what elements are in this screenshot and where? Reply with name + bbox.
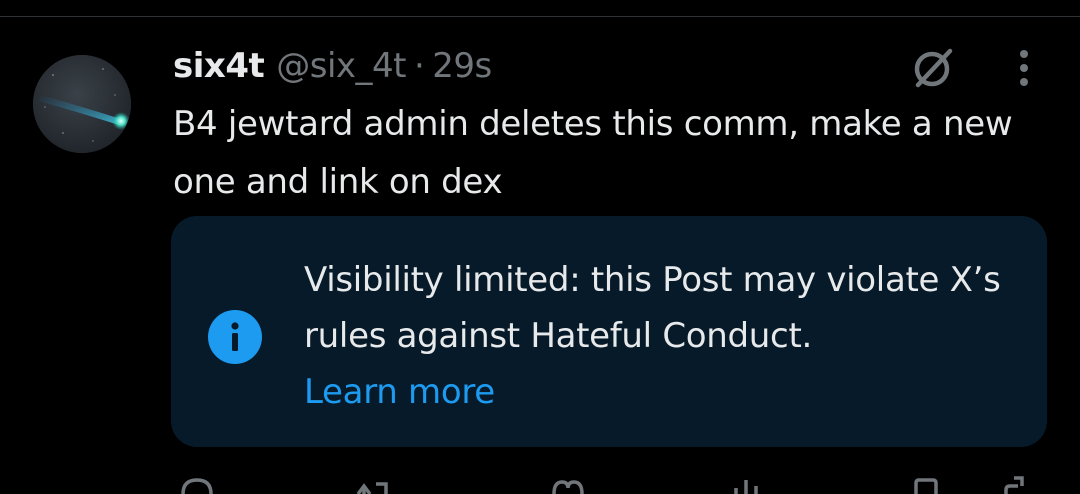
info-icon: [208, 310, 262, 364]
like-icon[interactable]: [550, 474, 586, 494]
visibility-notice: Visibility limited: this Post may violat…: [171, 216, 1047, 447]
post-text: B4 jewtard admin deletes this comm, make…: [173, 104, 1013, 202]
more-icon[interactable]: [1006, 46, 1042, 90]
notice-message: Visibility limited: this Post may violat…: [304, 260, 1001, 356]
learn-more-link[interactable]: Learn more: [304, 364, 1024, 420]
views-icon[interactable]: [728, 474, 764, 494]
header-separator: ·: [413, 46, 425, 86]
bookmark-icon[interactable]: [910, 474, 942, 494]
share-icon[interactable]: [996, 474, 1036, 494]
reply-icon[interactable]: [180, 474, 214, 494]
avatar[interactable]: [33, 55, 131, 153]
author-name[interactable]: six4t: [173, 46, 265, 86]
notice-text: Visibility limited: this Post may violat…: [304, 252, 1024, 420]
action-bar: [0, 474, 1080, 494]
repost-icon[interactable]: [354, 474, 396, 494]
top-divider: [0, 16, 1080, 17]
grok-icon[interactable]: [910, 45, 956, 91]
post-timestamp[interactable]: 29s: [432, 46, 492, 86]
author-handle[interactable]: @six_4t: [276, 46, 406, 86]
comet-avatar-image: [33, 55, 131, 153]
post-header: six4t @six_4t · 29s: [173, 43, 492, 89]
